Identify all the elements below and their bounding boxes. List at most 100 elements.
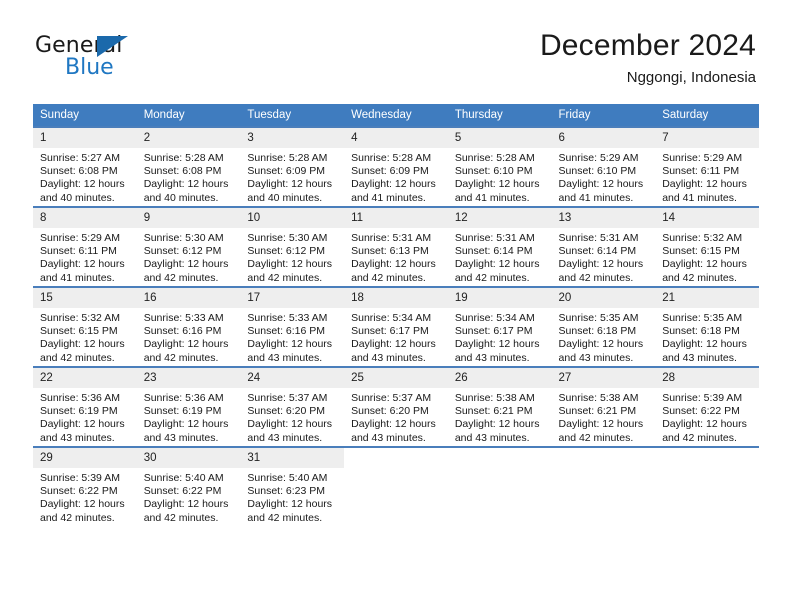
calendar-day-cell[interactable]: 23 Sunrise: 5:36 AM Sunset: 6:19 PM Dayligh… xyxy=(136,366,241,447)
day-info-daylight2: and 43 minutes. xyxy=(351,431,426,444)
day-info-daylight2: and 43 minutes. xyxy=(40,431,115,444)
day-info-daylight2: and 43 minutes. xyxy=(558,351,634,364)
day-info-daylight2: and 43 minutes. xyxy=(454,431,530,444)
day-number xyxy=(344,448,448,468)
calendar-day-cell[interactable]: 14 Sunrise: 5:32 AM Sunset: 6:15 PM Dayligh… xyxy=(655,206,759,287)
calendar-day-cell[interactable]: 28 Sunrise: 5:39 AM Sunset: 6:22 PM Dayligh… xyxy=(655,366,759,447)
day-info-daylight1: Daylight: 12 hours xyxy=(247,178,333,191)
day-info-sunrise: Sunrise: 5:30 AM xyxy=(247,232,328,244)
title-block: December 2024 Nggongi, Indonesia xyxy=(540,28,756,87)
logo-triangle-icon xyxy=(97,36,128,57)
day-number: 3 xyxy=(240,128,345,148)
day-number: 20 xyxy=(551,288,656,308)
calendar-day-cell[interactable]: 15 Sunrise: 5:32 AM Sunset: 6:15 PM Dayligh… xyxy=(33,286,137,367)
day-info: Sunrise: 5:35 AM Sunset: 6:18 PM Daylight:… xyxy=(655,308,759,365)
day-number: 6 xyxy=(551,128,656,148)
day-info: Sunrise: 5:33 AM Sunset: 6:16 PM Daylight:… xyxy=(137,308,241,365)
calendar-day-cell[interactable]: 19 Sunrise: 5:34 AM Sunset: 6:17 PM Dayligh… xyxy=(447,286,552,367)
day-info-daylight1: Daylight: 12 hours xyxy=(558,418,644,431)
calendar-day-cell[interactable]: 25 Sunrise: 5:37 AM Sunset: 6:20 PM Dayligh… xyxy=(344,366,448,447)
day-info-sunrise: Sunrise: 5:28 AM xyxy=(351,152,432,164)
calendar-week-row: 22 Sunrise: 5:36 AM Sunset: 6:19 PM Dayligh… xyxy=(33,366,759,447)
day-info: Sunrise: 5:27 AM Sunset: 6:08 PM Daylight:… xyxy=(33,148,137,205)
page-title: December 2024 xyxy=(539,29,756,62)
calendar-day-cell[interactable]: 29 Sunrise: 5:39 AM Sunset: 6:22 PM Dayligh… xyxy=(33,446,137,526)
weekday-header-tuesday: Tuesday xyxy=(240,104,345,127)
weekday-header-monday: Monday xyxy=(136,104,241,127)
day-number: 22 xyxy=(33,368,137,388)
calendar-week-row: 8 Sunrise: 5:29 AM Sunset: 6:11 PM Daylight… xyxy=(33,206,759,287)
day-info-sunset: Sunset: 6:15 PM xyxy=(662,245,740,258)
day-info-daylight2: and 43 minutes. xyxy=(454,351,530,364)
calendar-day-cell[interactable]: 6 Sunrise: 5:29 AM Sunset: 6:10 PM Daylight… xyxy=(551,126,656,207)
calendar-cell-empty xyxy=(344,446,448,526)
day-info: Sunrise: 5:37 AM Sunset: 6:20 PM Daylight:… xyxy=(344,388,448,445)
calendar-day-cell[interactable]: 8 Sunrise: 5:29 AM Sunset: 6:11 PM Daylight… xyxy=(33,206,137,287)
calendar-table: Sunday Monday Tuesday Wednesday Thursday… xyxy=(33,104,759,526)
day-info-sunset: Sunset: 6:21 PM xyxy=(454,405,533,418)
calendar-day-cell[interactable]: 4 Sunrise: 5:28 AM Sunset: 6:09 PM Daylight… xyxy=(344,126,448,207)
day-info-daylight2: and 42 minutes. xyxy=(143,511,219,524)
calendar-day-cell[interactable]: 30 Sunrise: 5:40 AM Sunset: 6:22 PM Dayligh… xyxy=(136,446,241,526)
calendar-day-cell[interactable]: 10 Sunrise: 5:30 AM Sunset: 6:12 PM Dayligh… xyxy=(240,206,345,287)
calendar-day-cell[interactable]: 7 Sunrise: 5:29 AM Sunset: 6:11 PM Daylight… xyxy=(655,126,759,207)
calendar-day-cell[interactable]: 5 Sunrise: 5:28 AM Sunset: 6:10 PM Daylight… xyxy=(447,126,552,207)
calendar-day-cell[interactable]: 20 Sunrise: 5:35 AM Sunset: 6:18 PM Dayligh… xyxy=(551,286,656,367)
calendar-day-cell[interactable]: 12 Sunrise: 5:31 AM Sunset: 6:14 PM Dayligh… xyxy=(447,206,552,287)
calendar-day-cell[interactable]: 24 Sunrise: 5:37 AM Sunset: 6:20 PM Dayligh… xyxy=(240,366,345,447)
calendar-day-cell[interactable]: 31 Sunrise: 5:40 AM Sunset: 6:23 PM Dayligh… xyxy=(240,446,345,526)
day-info-sunset: Sunset: 6:09 PM xyxy=(351,165,429,178)
day-info-daylight2: and 40 minutes. xyxy=(40,191,115,204)
calendar-day-cell[interactable]: 3 Sunrise: 5:28 AM Sunset: 6:09 PM Daylight… xyxy=(240,126,345,207)
day-info-sunset: Sunset: 6:10 PM xyxy=(454,165,533,178)
day-info-sunrise: Sunrise: 5:35 AM xyxy=(558,312,639,324)
calendar-day-cell[interactable]: 9 Sunrise: 5:30 AM Sunset: 6:12 PM Daylight… xyxy=(136,206,241,287)
day-number: 2 xyxy=(136,128,241,148)
calendar-day-cell[interactable]: 17 Sunrise: 5:33 AM Sunset: 6:16 PM Dayligh… xyxy=(240,286,345,367)
day-info-sunrise: Sunrise: 5:36 AM xyxy=(143,392,224,404)
calendar-day-cell[interactable]: 11 Sunrise: 5:31 AM Sunset: 6:13 PM Dayligh… xyxy=(344,206,448,287)
day-info-daylight2: and 42 minutes. xyxy=(662,271,737,284)
day-number: 16 xyxy=(136,288,241,308)
calendar-day-cell[interactable]: 13 Sunrise: 5:31 AM Sunset: 6:14 PM Dayligh… xyxy=(551,206,656,287)
weekday-header-thursday: Thursday xyxy=(447,104,552,127)
calendar-day-cell[interactable]: 27 Sunrise: 5:38 AM Sunset: 6:21 PM Dayligh… xyxy=(551,366,656,447)
day-info-daylight2: and 43 minutes. xyxy=(351,351,426,364)
day-info-sunrise: Sunrise: 5:36 AM xyxy=(40,392,120,404)
weekday-header-wednesday: Wednesday xyxy=(344,104,448,127)
day-info-sunset: Sunset: 6:08 PM xyxy=(143,165,222,178)
day-info-daylight1: Daylight: 12 hours xyxy=(351,178,436,191)
day-info-sunset: Sunset: 6:11 PM xyxy=(40,245,117,258)
day-info-daylight2: and 42 minutes. xyxy=(558,431,634,444)
day-info-sunrise: Sunrise: 5:40 AM xyxy=(247,472,328,484)
day-info-sunset: Sunset: 6:19 PM xyxy=(40,405,118,418)
day-info xyxy=(552,468,656,472)
day-info-daylight1: Daylight: 12 hours xyxy=(143,258,229,271)
day-info: Sunrise: 5:38 AM Sunset: 6:21 PM Daylight:… xyxy=(552,388,656,445)
day-number: 28 xyxy=(655,368,759,388)
day-info-sunset: Sunset: 6:08 PM xyxy=(40,165,118,178)
day-number: 14 xyxy=(655,208,759,228)
day-info-daylight1: Daylight: 12 hours xyxy=(40,178,125,191)
day-info-daylight1: Daylight: 12 hours xyxy=(662,258,747,271)
calendar-day-cell[interactable]: 21 Sunrise: 5:35 AM Sunset: 6:18 PM Dayligh… xyxy=(655,286,759,367)
day-info-sunset: Sunset: 6:20 PM xyxy=(351,405,429,418)
day-info-sunset: Sunset: 6:12 PM xyxy=(247,245,326,258)
day-info: Sunrise: 5:34 AM Sunset: 6:17 PM Daylight:… xyxy=(448,308,552,365)
calendar-day-cell[interactable]: 16 Sunrise: 5:33 AM Sunset: 6:16 PM Dayligh… xyxy=(136,286,241,367)
day-info-sunset: Sunset: 6:19 PM xyxy=(143,405,222,418)
day-number: 17 xyxy=(240,288,345,308)
day-info-daylight1: Daylight: 12 hours xyxy=(143,418,229,431)
calendar-day-cell[interactable]: 1 Sunrise: 5:27 AM Sunset: 6:08 PM Daylight… xyxy=(33,126,137,207)
calendar-day-cell[interactable]: 18 Sunrise: 5:34 AM Sunset: 6:17 PM Dayligh… xyxy=(344,286,448,367)
calendar-day-cell[interactable]: 2 Sunrise: 5:28 AM Sunset: 6:08 PM Daylight… xyxy=(136,126,241,207)
day-info: Sunrise: 5:29 AM Sunset: 6:11 PM Daylight:… xyxy=(655,148,759,205)
calendar-day-cell[interactable]: 22 Sunrise: 5:36 AM Sunset: 6:19 PM Dayligh… xyxy=(33,366,137,447)
day-info-daylight2: and 40 minutes. xyxy=(247,191,323,204)
generalblue-logo[interactable]: General Blue xyxy=(35,33,165,85)
day-info-sunset: Sunset: 6:23 PM xyxy=(247,485,326,498)
calendar-day-cell[interactable]: 26 Sunrise: 5:38 AM Sunset: 6:21 PM Dayligh… xyxy=(447,366,552,447)
day-number: 29 xyxy=(33,448,137,468)
day-info-sunset: Sunset: 6:18 PM xyxy=(558,325,637,338)
day-info-sunrise: Sunrise: 5:39 AM xyxy=(662,392,743,404)
